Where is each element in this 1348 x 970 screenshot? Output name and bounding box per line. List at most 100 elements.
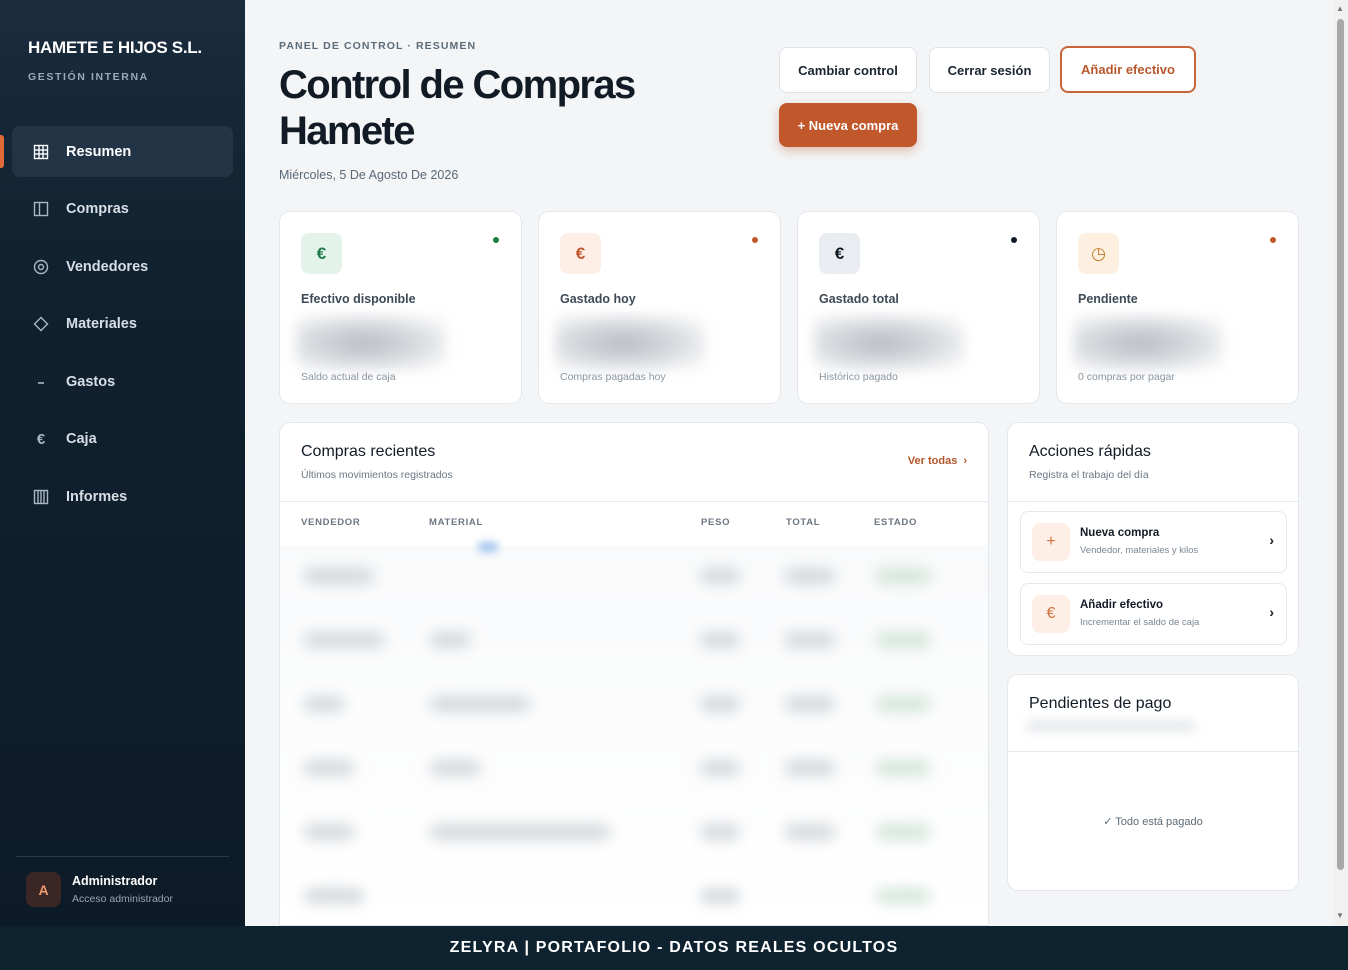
blurred-cell (876, 761, 930, 775)
change-control-button[interactable]: Cambiar control (779, 47, 917, 93)
see-all-link[interactable]: Ver todas › (908, 455, 967, 467)
chevron-right-icon: › (963, 455, 967, 467)
diamond-icon (32, 315, 50, 333)
blurred-cell (700, 697, 740, 711)
avatar: A (26, 872, 61, 907)
sidebar-item-resumen[interactable]: Resumen (0, 126, 233, 177)
sidebar-item-caja[interactable]: € Caja (12, 414, 233, 465)
panel-subtitle: Últimos movimientos registrados (301, 469, 453, 481)
blurred-cell (700, 825, 740, 839)
sidebar-item-informes[interactable]: Informes (12, 471, 233, 522)
panel-title: Compras recientes (301, 443, 436, 460)
sidebar-nav: Resumen Compras Vendedores Materiales Ga… (0, 126, 245, 529)
column-header-weight[interactable]: PESO (701, 517, 730, 528)
column-header-status[interactable]: ESTADO (874, 517, 917, 528)
user-role: Acceso administrador (72, 893, 173, 905)
stat-label: Efectivo disponible (301, 292, 416, 306)
divider (1008, 501, 1298, 502)
table-row[interactable] (280, 673, 988, 737)
action-title: Nueva compra (1080, 527, 1160, 539)
empty-state-message: ✓ Todo está pagado (1103, 816, 1203, 828)
blurred-cell (304, 569, 374, 583)
clock-icon: ◷ (1078, 233, 1119, 274)
blurred-cell (876, 633, 930, 647)
table-row[interactable] (280, 545, 988, 609)
user-profile[interactable]: A Administrador Acceso administrador (26, 872, 173, 907)
blurred-cell (304, 825, 354, 839)
sidebar-item-compras[interactable]: Compras (12, 184, 233, 235)
blurred-cell (785, 569, 835, 583)
page-title: Control de Compras Hamete (279, 63, 636, 153)
sidebar-divider (16, 856, 229, 857)
blurred-cell (700, 889, 740, 903)
column-header-vendor[interactable]: VENDEDOR (301, 517, 360, 528)
panel-title: Pendientes de pago (1029, 695, 1172, 712)
action-subtitle: Incrementar el saldo de caja (1080, 617, 1200, 628)
column-header-material[interactable]: MATERIAL (429, 517, 483, 528)
sidebar-item-label: Vendedores (66, 258, 149, 275)
blurred-subtitle (1026, 721, 1196, 731)
status-dot (752, 237, 758, 243)
blurred-cell (430, 697, 530, 711)
blurred-cell (785, 633, 835, 647)
stat-card-pending: ◷ Pendiente 0 compras por pagar (1056, 211, 1299, 404)
panel-subtitle: Registra el trabajo del día (1029, 469, 1149, 481)
page-scrollbar[interactable]: ▲ ▼ (1333, 0, 1348, 926)
status-dot (493, 237, 499, 243)
stat-subtitle: Saldo actual de caja (301, 371, 396, 383)
blurred-cell (785, 761, 835, 775)
blurred-cell (700, 761, 740, 775)
scroll-up-icon[interactable]: ▲ (1336, 4, 1344, 13)
stat-subtitle: Histórico pagado (819, 371, 898, 383)
sidebar-item-materiales[interactable]: Materiales (12, 299, 233, 350)
blurred-cell (304, 633, 384, 647)
scroll-down-icon[interactable]: ▼ (1336, 911, 1344, 920)
scrollbar-thumb[interactable] (1337, 19, 1344, 870)
loading-indicator (477, 541, 499, 553)
columns-icon (32, 200, 50, 218)
table-row[interactable] (280, 865, 988, 925)
blurred-cell (876, 889, 930, 903)
user-name: Administrador (72, 874, 158, 888)
blurred-cell (876, 569, 930, 583)
quick-action-new-purchase[interactable]: + Nueva compra Vendedor, materiales y ki… (1020, 511, 1287, 573)
table-row[interactable] (280, 609, 988, 673)
breadcrumb: PANEL DE CONTROL · RESUMEN (279, 40, 477, 52)
new-purchase-button[interactable]: + Nueva compra (779, 103, 917, 147)
brand: HAMETE E HIJOS S.L. GESTIÓN INTERNA (28, 38, 202, 83)
blurred-cell (430, 761, 480, 775)
table-row[interactable] (280, 801, 988, 865)
see-all-label: Ver todas (907, 455, 958, 467)
current-date: Miércoles, 5 De Agosto De 2026 (279, 168, 459, 182)
quick-action-add-cash[interactable]: € Añadir efectivo Incrementar el saldo d… (1020, 583, 1287, 645)
stat-card-cash: € Efectivo disponible Saldo actual de ca… (279, 211, 522, 404)
blurred-cell (876, 697, 930, 711)
target-icon (32, 258, 50, 276)
sidebar-item-label: Materiales (66, 316, 137, 332)
sidebar-item-label: Compras (66, 201, 129, 217)
sidebar-item-label: Informes (66, 488, 128, 505)
blurred-cell (304, 761, 354, 775)
table-body-hidden (280, 545, 988, 925)
stat-subtitle: Compras pagadas hoy (560, 371, 666, 383)
status-dot (1270, 237, 1276, 243)
panel-title: Acciones rápidas (1029, 443, 1151, 460)
blurred-cell (304, 889, 364, 903)
bars-icon (32, 488, 50, 506)
add-cash-button[interactable]: Añadir efectivo (1060, 46, 1196, 93)
logout-button[interactable]: Cerrar sesión (929, 47, 1050, 93)
chevron-right-icon: › (1269, 604, 1274, 620)
sidebar-item-vendedores[interactable]: Vendedores (12, 241, 233, 292)
grid-icon (32, 143, 50, 161)
stat-label: Gastado hoy (560, 292, 636, 306)
chevron-right-icon: › (1269, 532, 1274, 548)
table-row[interactable] (280, 737, 988, 801)
euro-icon: € (819, 233, 860, 274)
stat-subtitle: 0 compras por pagar (1078, 371, 1175, 383)
action-title: Añadir efectivo (1080, 599, 1164, 611)
stat-label: Gastado total (819, 292, 899, 306)
column-header-total[interactable]: TOTAL (786, 517, 820, 528)
sidebar-item-gastos[interactable]: Gastos (12, 356, 233, 407)
blurred-cell (876, 825, 930, 839)
portfolio-banner: ZELYRA | PORTAFOLIO - DATOS REALES OCULT… (0, 926, 1348, 970)
